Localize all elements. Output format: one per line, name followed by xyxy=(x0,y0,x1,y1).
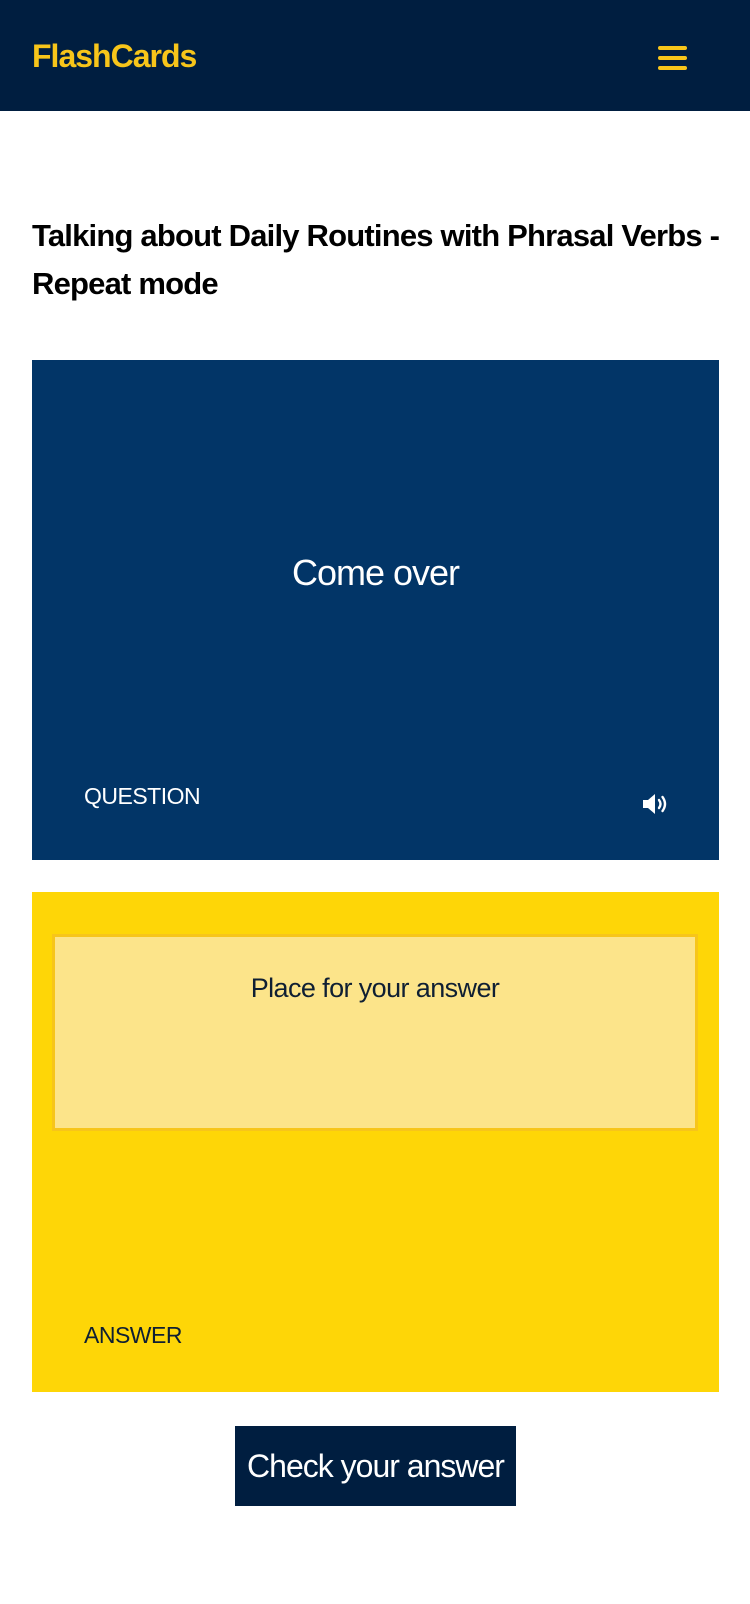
hamburger-menu-icon[interactable] xyxy=(652,42,692,76)
answer-label: ANSWER xyxy=(84,1322,182,1348)
question-label: QUESTION xyxy=(84,783,201,809)
answer-card: ANSWER xyxy=(32,892,719,1392)
menu-bar xyxy=(658,56,687,60)
question-card: Come over QUESTION xyxy=(32,360,719,860)
menu-bar xyxy=(658,46,687,50)
question-text: Come over xyxy=(291,552,460,593)
navbar: FlashCards xyxy=(0,0,750,111)
brand-logo[interactable]: FlashCards xyxy=(32,36,197,76)
speaker-volume-icon[interactable] xyxy=(641,792,671,816)
page-title: Talking about Daily Routines with Phrasa… xyxy=(32,218,720,301)
answer-input[interactable] xyxy=(52,934,698,1131)
menu-bar xyxy=(658,66,687,70)
check-answer-button[interactable]: Check your answer xyxy=(235,1426,516,1506)
